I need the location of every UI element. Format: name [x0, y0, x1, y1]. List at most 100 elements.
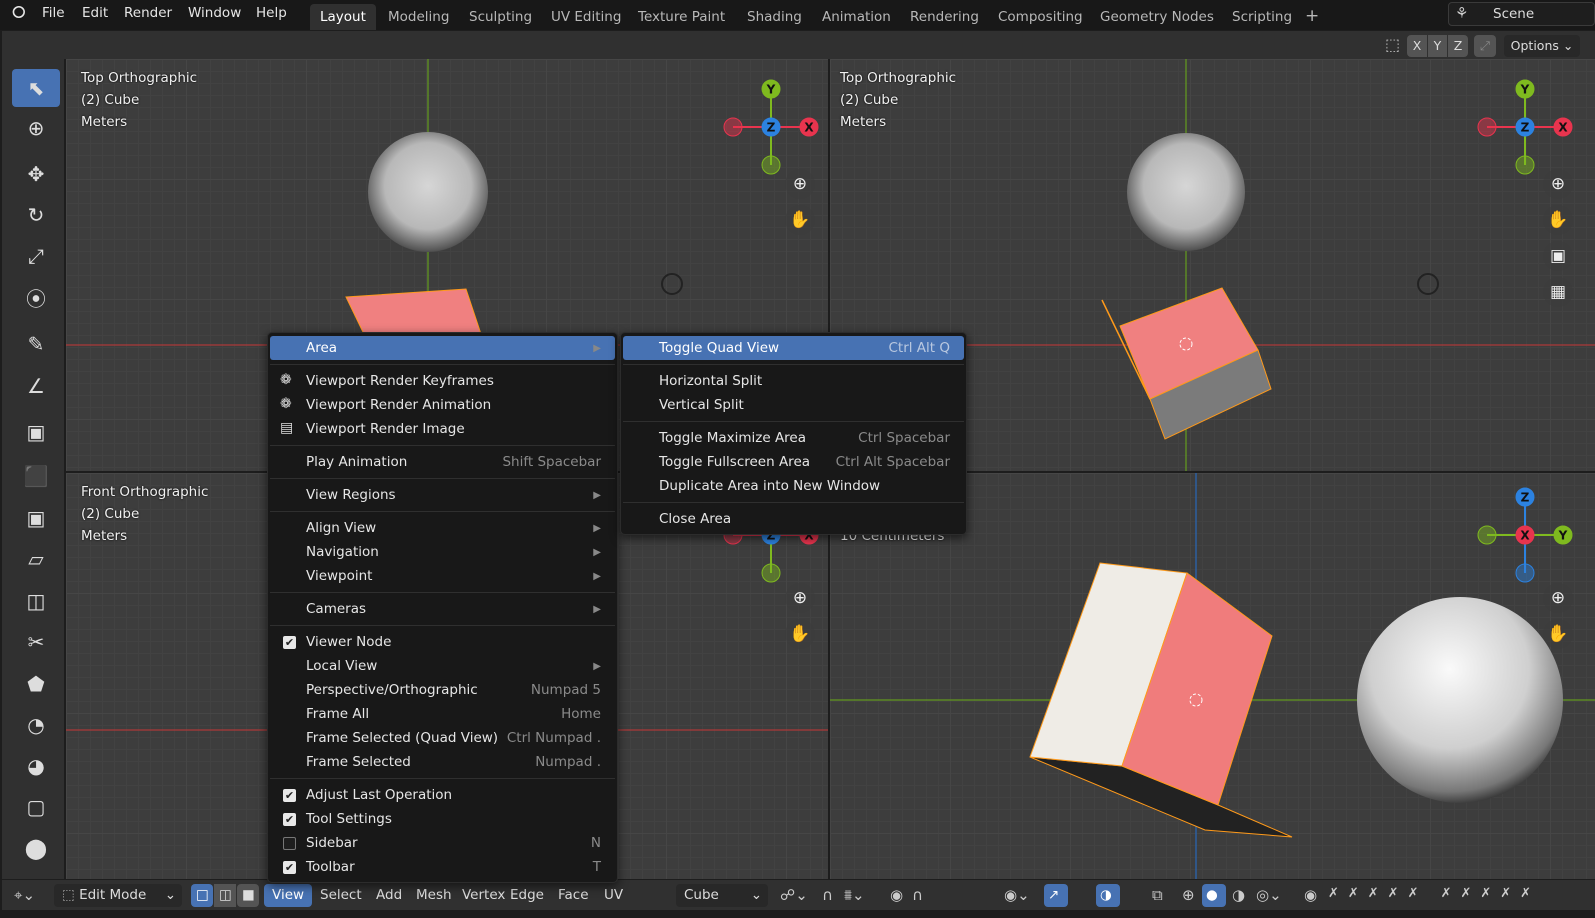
menu-item-frame-selected[interactable]: Frame Selected Numpad .: [270, 750, 615, 774]
menu-item-viewpoint[interactable]: Viewpoint ▶: [270, 564, 615, 588]
tab-compositing[interactable]: Compositing: [988, 4, 1093, 30]
header-menu-uv[interactable]: UV: [596, 884, 631, 907]
mirror-x-toggle[interactable]: X: [1407, 35, 1427, 57]
mirror-z-toggle[interactable]: Z: [1448, 35, 1468, 57]
menu-edit[interactable]: Edit: [82, 5, 108, 21]
transform-pivot-icon[interactable]: ☍⌄: [780, 886, 808, 904]
pan-hand-icon[interactable]: ✋: [1543, 205, 1573, 235]
tab-shading[interactable]: Shading: [737, 4, 812, 30]
checkbox-checked-icon[interactable]: ✔: [283, 789, 296, 802]
ortho-grid-icon[interactable]: ▦: [1543, 277, 1573, 307]
tool-poly-build-icon[interactable]: ⬟: [12, 665, 60, 703]
menu-item-close-area[interactable]: Close Area: [623, 507, 964, 531]
pan-hand-icon[interactable]: ✋: [785, 619, 815, 649]
tool-cursor-icon[interactable]: ⊕: [12, 109, 60, 147]
tool-rotate-icon[interactable]: ↻: [12, 196, 60, 234]
camera-view-icon[interactable]: ▣: [1543, 241, 1573, 271]
gizmo-toggle[interactable]: ↗: [1044, 884, 1068, 907]
wireframe-shading-icon[interactable]: ⊕: [1182, 886, 1195, 904]
navigation-gizmo[interactable]: Y X Z: [716, 69, 826, 179]
tab-layout[interactable]: Layout: [310, 4, 376, 30]
tool-loop-cut-icon[interactable]: ◫: [12, 582, 60, 620]
header-menu-add[interactable]: Add: [368, 884, 410, 907]
header-menu-select[interactable]: Select: [312, 884, 370, 907]
menu-item-toggle-quad-view[interactable]: Toggle Quad View Ctrl Alt Q: [623, 336, 964, 360]
xray-icon[interactable]: ⧉: [1152, 886, 1163, 904]
menu-item-viewport-render-keyframes[interactable]: ❁ Viewport Render Keyframes: [270, 369, 615, 393]
face-select-mode[interactable]: ■: [237, 884, 259, 907]
options-dropdown[interactable]: Options ⌄: [1504, 35, 1580, 57]
checkbox-unchecked-icon[interactable]: [283, 837, 296, 850]
tab-scripting[interactable]: Scripting: [1222, 4, 1302, 30]
header-menu-edge[interactable]: Edge: [502, 884, 552, 907]
tool-add-cube-icon[interactable]: ▣: [12, 413, 60, 451]
zoom-icon[interactable]: ⊕: [1543, 583, 1573, 613]
menu-item-frame-all[interactable]: Frame All Home: [270, 702, 615, 726]
edge-select-mode[interactable]: ◫: [214, 884, 236, 907]
tool-smooth-icon[interactable]: ◕: [12, 747, 60, 785]
tool-scale-icon[interactable]: ⤢: [12, 237, 60, 275]
tab-modeling[interactable]: Modeling: [378, 4, 459, 30]
menu-item-play-animation[interactable]: Play Animation Shift Spacebar: [270, 450, 615, 474]
rendered-shading-icon[interactable]: ◎⌄: [1256, 886, 1282, 904]
menu-window[interactable]: Window: [188, 5, 241, 21]
menu-item-toggle-fullscreen-area[interactable]: Toggle Fullscreen Area Ctrl Alt Spacebar: [623, 450, 964, 474]
menu-render[interactable]: Render: [124, 5, 172, 21]
tool-move-icon[interactable]: ✥: [12, 155, 60, 193]
navigation-gizmo[interactable]: Z Y X: [1470, 477, 1580, 587]
checkbox-checked-icon[interactable]: ✔: [283, 861, 296, 874]
menu-item-navigation[interactable]: Navigation ▶: [270, 540, 615, 564]
mode-selector[interactable]: ⬚ Edit Mode ⌄: [54, 884, 182, 907]
header-menu-view[interactable]: View: [264, 884, 313, 907]
header-menu-face[interactable]: Face: [550, 884, 597, 907]
menu-item-frame-selected-quad-view[interactable]: Frame Selected (Quad View) Ctrl Numpad .: [270, 726, 615, 750]
pan-hand-icon[interactable]: ✋: [785, 205, 815, 235]
menu-file[interactable]: File: [42, 5, 65, 21]
vertex-select-mode[interactable]: □: [191, 884, 213, 907]
checkbox-checked-icon[interactable]: ✔: [283, 636, 296, 649]
menu-item-viewer-node[interactable]: ✔ Viewer Node: [270, 630, 615, 654]
tab-uv-editing[interactable]: UV Editing: [541, 4, 631, 30]
object-selector[interactable]: Cube ⌄: [676, 884, 768, 907]
menu-item-area[interactable]: Area ▶: [270, 336, 615, 360]
menu-help[interactable]: Help: [256, 5, 287, 21]
solid-shading-button[interactable]: ●: [1202, 884, 1226, 907]
menu-item-cameras[interactable]: Cameras ▶: [270, 597, 615, 621]
tool-bevel-icon[interactable]: ▱: [12, 540, 60, 578]
header-menu-mesh[interactable]: Mesh: [408, 884, 460, 907]
overlay-toggle[interactable]: ◑: [1096, 884, 1120, 907]
tool-transform-icon[interactable]: ⦿: [12, 278, 60, 316]
falloff-icon[interactable]: ∩: [912, 886, 923, 904]
tool-shrink-fatten-icon[interactable]: ⬤: [12, 829, 60, 867]
menu-item-tool-settings[interactable]: ✔ Tool Settings: [270, 807, 615, 831]
selectability-icon[interactable]: ◉⌄: [1004, 886, 1030, 904]
menu-item-perspective-orthographic[interactable]: Perspective/Orthographic Numpad 5: [270, 678, 615, 702]
blender-logo-icon[interactable]: ⭘: [12, 3, 26, 23]
mirror-y-toggle[interactable]: Y: [1428, 35, 1447, 57]
tool-edge-slide-icon[interactable]: ▢: [12, 788, 60, 826]
tool-annotate-icon[interactable]: ✎: [12, 325, 60, 363]
navigation-gizmo[interactable]: Y X Z: [1470, 69, 1580, 179]
scene-selector[interactable]: ⚘ Scene: [1448, 2, 1595, 26]
topology-mirror-toggle[interactable]: ⤢: [1474, 35, 1496, 57]
zoom-icon[interactable]: ⊕: [1543, 169, 1573, 199]
tab-geometry-nodes[interactable]: Geometry Nodes: [1090, 4, 1224, 30]
tab-rendering[interactable]: Rendering: [900, 4, 989, 30]
menu-item-viewport-render-image[interactable]: ▤ Viewport Render Image: [270, 417, 615, 441]
tab-animation[interactable]: Animation: [812, 4, 901, 30]
menu-item-toolbar[interactable]: ✔ Toolbar T: [270, 855, 615, 879]
pan-hand-icon[interactable]: ✋: [1543, 619, 1573, 649]
menu-item-vertical-split[interactable]: Vertical Split: [623, 393, 964, 417]
tab-sculpting[interactable]: Sculpting: [459, 4, 542, 30]
snap-increment-icon[interactable]: ⩩⌄: [844, 886, 865, 904]
menu-item-toggle-maximize-area[interactable]: Toggle Maximize Area Ctrl Spacebar: [623, 426, 964, 450]
menu-item-view-regions[interactable]: View Regions ▶: [270, 483, 615, 507]
menu-item-duplicate-area-into-new-window[interactable]: Duplicate Area into New Window: [623, 474, 964, 498]
menu-item-viewport-render-animation[interactable]: ❁ Viewport Render Animation: [270, 393, 615, 417]
tool-knife-icon[interactable]: ✂: [12, 623, 60, 661]
editor-type-icon[interactable]: ⌖⌄: [14, 886, 35, 904]
menu-item-horizontal-split[interactable]: Horizontal Split: [623, 369, 964, 393]
material-shading-icon[interactable]: ◑: [1232, 886, 1245, 904]
tool-extrude-region-icon[interactable]: ⬛: [12, 457, 60, 495]
proportional-edit-icon[interactable]: ◉: [890, 886, 903, 904]
